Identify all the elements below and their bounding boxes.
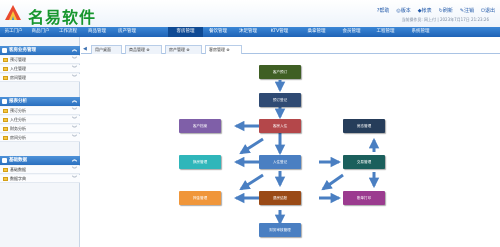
tab-goods[interactable]: 商品管理 ⊗ (125, 45, 162, 54)
sidebar-item-rooms[interactable]: 房间管理 ︾ (0, 74, 80, 82)
app-header: 名易软件 ?帮助 ◎版本 ◆帐表 ↻刷新 ✎注销 ⏻退出 当前操作员: 网上付 … (0, 0, 500, 27)
node-finance[interactable]: 财务审核管理 (259, 223, 301, 237)
folder-icon (3, 58, 8, 62)
tab-desktop[interactable]: 用户桌面 (91, 45, 122, 54)
nav-item-property[interactable]: 房产管理 (112, 27, 142, 37)
report-link[interactable]: ◆帐表 (418, 7, 432, 14)
refresh-link[interactable]: ↻刷新 (439, 7, 453, 14)
chevron-down-icon: ︾ (71, 167, 77, 173)
chevron-down-icon: ︾ (71, 176, 77, 182)
section-icon (2, 48, 7, 53)
chevron-down-icon: ︾ (71, 108, 77, 114)
flow-arrows (233, 80, 380, 226)
nav-item-goods-portal[interactable]: 商品门户 (27, 27, 54, 37)
node-bill[interactable]: 账单打印 (343, 191, 385, 205)
sidebar-section-basic[interactable]: 基础数据 ︽ (0, 156, 80, 165)
logout-link[interactable]: ✎注销 (460, 7, 474, 14)
chevron-down-icon: ︾ (71, 57, 77, 63)
help-link[interactable]: ?帮助 (377, 7, 390, 14)
section-icon (2, 158, 7, 163)
nav-item-engineering[interactable]: 工程管理 (368, 27, 403, 37)
nav-item-foot[interactable]: 沐足管理 (233, 27, 263, 37)
chevron-down-icon: ︾ (71, 117, 77, 123)
sidebar-item-finance-analysis[interactable]: 财务分析 ︾ (0, 125, 80, 133)
folder-icon (3, 177, 8, 181)
sidebar-section-rooms[interactable]: 客房业务管理 ︽ (0, 46, 80, 55)
exit-link[interactable]: ⏻退出 (481, 7, 495, 14)
nav-item-sauna[interactable]: 桑拿管理 (300, 27, 333, 37)
nav-item-staff[interactable]: 员工门户 (0, 27, 27, 37)
nav-item-catering[interactable]: 餐饮管理 (203, 27, 233, 37)
node-checkin-reg[interactable]: 入住登记 (259, 155, 301, 169)
sidebar-item-reservation[interactable]: 预订管理 ︾ (0, 56, 80, 64)
tab-property[interactable]: 房产管理 ⊗ (165, 45, 202, 54)
top-links: ?帮助 ◎版本 ◆帐表 ↻刷新 ✎注销 ⏻退出 (377, 7, 495, 14)
chevron-down-icon: ︾ (71, 66, 77, 72)
node-reservation-form[interactable]: 预订登记 (259, 93, 301, 107)
node-guest-info[interactable]: 客户档案 (179, 119, 221, 133)
folder-icon (3, 76, 8, 80)
sidebar-item-basic-data[interactable]: 基础数据 ︾ (0, 166, 80, 174)
folder-icon (3, 127, 8, 131)
folder-icon (3, 67, 8, 71)
tab-bar: 用户桌面 商品管理 ⊗ 房产管理 ⊗ 客房管理 ⊗ (81, 44, 500, 54)
logo-icon (5, 5, 21, 20)
node-housekeeping[interactable]: 房态管理 (343, 119, 385, 133)
sidebar-item-checkin[interactable]: 入住管理 ︾ (0, 65, 80, 73)
chevron-down-icon: ︾ (71, 126, 77, 132)
sidebar-item-room-analysis[interactable]: 房间分析 ︾ (0, 134, 80, 142)
main-nav: 员工门户 商品门户 工作流程 商品管理 房产管理 客房管理 餐饮管理 沐足管理 … (0, 27, 500, 37)
tab-scroll-left-icon[interactable]: ◀ (83, 46, 87, 52)
node-guest-checkin[interactable]: 客房入住 (259, 119, 301, 133)
folder-icon (3, 136, 8, 140)
nav-item-ktv[interactable]: KTV管理 (263, 27, 296, 37)
sidebar-item-checkin-analysis[interactable]: 入住分析 ︾ (0, 116, 80, 124)
folder-icon (3, 168, 8, 172)
node-room-change[interactable]: 换房管理 (179, 155, 221, 169)
workflow-diagram: 客户预订 预订登记 客房入住 客户档案 入住登记 换房管理 押金管理 退房结账 … (81, 55, 500, 247)
node-checkout[interactable]: 退房结账 (259, 191, 301, 205)
sidebar-item-res-analysis[interactable]: 预订分析 ︾ (0, 107, 80, 115)
node-deposit[interactable]: 押金管理 (179, 191, 221, 205)
status-line: 当前操作员: 网上付 | 2023年7月17日 21:23:26 (401, 17, 489, 22)
version-link[interactable]: ◎版本 (396, 7, 410, 14)
tab-rooms[interactable]: 客房管理 ⊗ (205, 45, 242, 54)
collapse-icon: ︽ (71, 98, 77, 104)
node-consume[interactable]: 交易管理 (343, 155, 385, 169)
folder-icon (3, 118, 8, 122)
node-reservation[interactable]: 客户预订 (259, 65, 301, 79)
section-icon (2, 99, 7, 104)
app-logo-text: 名易软件 (28, 8, 97, 27)
nav-item-rooms[interactable]: 客房管理 (168, 27, 203, 37)
nav-item-goods[interactable]: 商品管理 (82, 27, 112, 37)
collapse-icon: ︽ (71, 157, 77, 163)
chevron-down-icon: ︾ (71, 75, 77, 81)
sidebar-item-dictionary[interactable]: 数据字典 ︾ (0, 175, 80, 183)
collapse-icon: ︽ (71, 47, 77, 53)
nav-item-workflow[interactable]: 工作流程 (54, 27, 82, 37)
nav-item-system[interactable]: 系统管理 (403, 27, 438, 37)
sidebar-section-reports[interactable]: 报表分析 ︽ (0, 97, 80, 106)
folder-icon (3, 109, 8, 113)
nav-item-member[interactable]: 会员管理 (335, 27, 368, 37)
chevron-down-icon: ︾ (71, 135, 77, 141)
sidebar: 客房业务管理 ︽ 预订管理 ︾ 入住管理 ︾ 房间管理 ︾ 报表分析 ︽ 预订分析 ︾ … (0, 37, 80, 247)
